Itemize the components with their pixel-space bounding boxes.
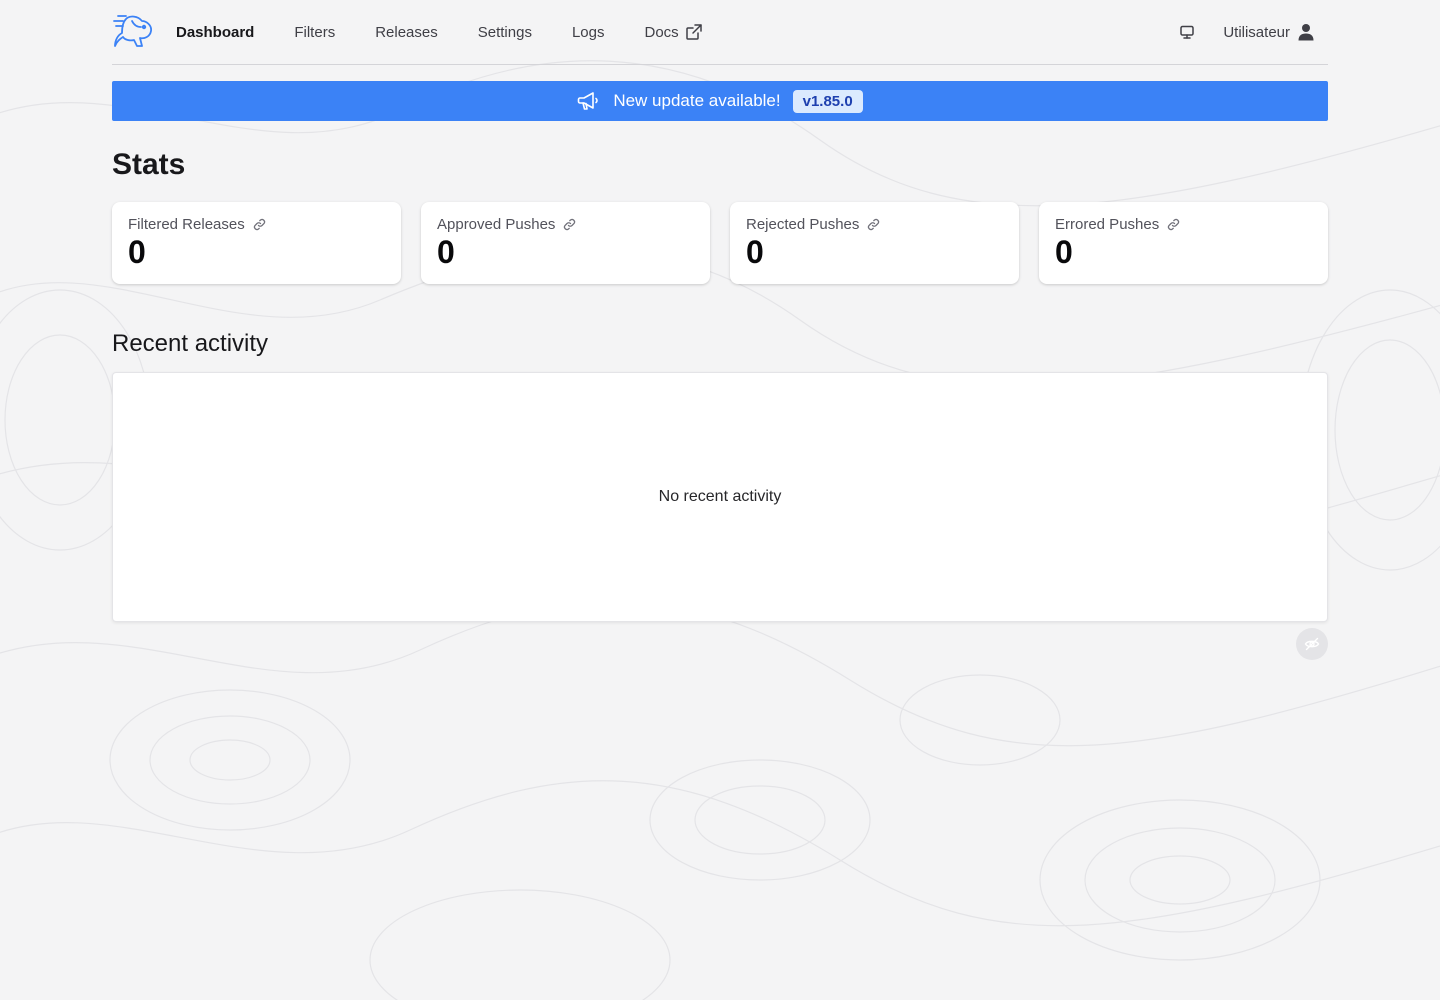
eye-off-icon[interactable] bbox=[1296, 628, 1328, 660]
top-nav: Dashboard Filters Releases Settings Logs… bbox=[112, 0, 1328, 65]
link-icon bbox=[1167, 218, 1180, 231]
nav-filters[interactable]: Filters bbox=[294, 24, 335, 41]
monitor-icon[interactable] bbox=[1175, 20, 1199, 44]
header-right: Utilisateur bbox=[1175, 20, 1328, 44]
nav-logs-label: Logs bbox=[571, 23, 605, 41]
recent-activity-panel: No recent activity bbox=[112, 372, 1328, 622]
stat-label: Filtered Releases bbox=[128, 216, 245, 233]
nav-dashboard[interactable]: Dashboard bbox=[176, 24, 254, 41]
stat-label: Rejected Pushes bbox=[746, 216, 860, 233]
stat-value: 0 bbox=[1055, 234, 1073, 270]
banner-text: New update available! bbox=[613, 91, 781, 110]
user-menu[interactable]: Utilisateur bbox=[1223, 23, 1314, 41]
stat-value: 0 bbox=[437, 234, 455, 270]
nav-settings-label: Settings bbox=[477, 23, 532, 41]
nav-docs[interactable]: Docs bbox=[644, 23, 702, 41]
nav-dashboard-label: Dashboard bbox=[176, 23, 255, 41]
nav-filters-label: Filters bbox=[294, 23, 336, 41]
stat-card-rejected-pushes[interactable]: Rejected Pushes 0 bbox=[730, 202, 1019, 284]
stat-card-approved-pushes[interactable]: Approved Pushes 0 bbox=[421, 202, 710, 284]
nav-releases-label: Releases bbox=[375, 23, 438, 41]
version-badge: v1.85.0 bbox=[792, 89, 863, 113]
megaphone-icon bbox=[577, 91, 599, 111]
nav-docs-label: Docs bbox=[644, 23, 679, 41]
nav-logs[interactable]: Logs bbox=[572, 24, 605, 41]
stat-value: 0 bbox=[128, 234, 146, 270]
page-container: Dashboard Filters Releases Settings Logs… bbox=[112, 0, 1328, 622]
stats-title: Stats bbox=[112, 148, 186, 181]
link-icon bbox=[253, 218, 266, 231]
stat-value: 0 bbox=[746, 234, 764, 270]
update-banner[interactable]: New update available! v1.85.0 bbox=[112, 81, 1328, 121]
logo-rabbit-icon[interactable] bbox=[112, 12, 154, 52]
main-nav: Dashboard Filters Releases Settings Logs… bbox=[176, 23, 743, 41]
link-icon bbox=[563, 218, 576, 231]
empty-state-text: No recent activity bbox=[658, 488, 782, 505]
recent-activity-title: Recent activity bbox=[112, 330, 269, 357]
user-icon bbox=[1298, 23, 1314, 41]
nav-releases[interactable]: Releases bbox=[375, 24, 438, 41]
stat-card-filtered-releases[interactable]: Filtered Releases 0 bbox=[112, 202, 401, 284]
nav-settings[interactable]: Settings bbox=[478, 24, 532, 41]
stat-label: Approved Pushes bbox=[437, 216, 556, 233]
user-name: Utilisateur bbox=[1223, 23, 1290, 41]
stats-grid: Filtered Releases 0 Approved Pushes 0 Re… bbox=[112, 202, 1328, 284]
stat-card-errored-pushes[interactable]: Errored Pushes 0 bbox=[1039, 202, 1328, 284]
link-icon bbox=[867, 218, 880, 231]
external-link-icon bbox=[685, 23, 703, 41]
stat-label: Errored Pushes bbox=[1055, 216, 1160, 233]
